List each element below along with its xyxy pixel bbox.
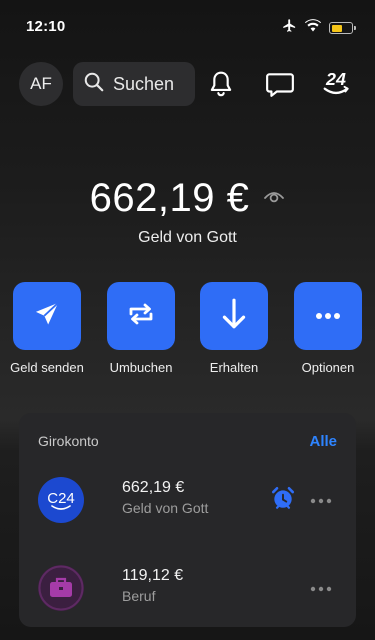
wifi-icon bbox=[305, 19, 321, 37]
transfer-icon bbox=[125, 300, 157, 333]
balance-label: Geld von Gott bbox=[138, 229, 237, 246]
receive-button[interactable] bbox=[200, 282, 268, 350]
transfer-action[interactable]: Umbuchen bbox=[101, 282, 181, 375]
transfer-button[interactable] bbox=[107, 282, 175, 350]
account-row[interactable]: C24 662,19 € Geld von Gott bbox=[38, 475, 342, 529]
search-placeholder: Suchen bbox=[113, 73, 175, 94]
status-time: 12:10 bbox=[26, 18, 66, 35]
send-icon bbox=[33, 300, 61, 333]
receive-label: Erhalten bbox=[209, 360, 259, 375]
search-icon bbox=[83, 71, 105, 98]
account-name: Beruf bbox=[122, 588, 156, 604]
chat-icon[interactable] bbox=[264, 68, 296, 100]
send-money-action[interactable]: Geld senden bbox=[7, 282, 87, 375]
more-icon bbox=[314, 307, 342, 325]
more-icon[interactable] bbox=[310, 491, 332, 509]
balance-block: 662,19 € Geld von Gott bbox=[0, 176, 375, 247]
account-amount: 119,12 € bbox=[122, 567, 184, 584]
more-icon[interactable] bbox=[310, 579, 332, 597]
options-label: Optionen bbox=[301, 360, 355, 375]
avatar[interactable]: AF bbox=[19, 62, 63, 106]
c24-bank-text: C24 bbox=[47, 490, 75, 507]
search-field[interactable]: Suchen bbox=[73, 62, 195, 106]
alarm-clock-icon[interactable] bbox=[270, 485, 296, 516]
options-button[interactable] bbox=[294, 282, 362, 350]
briefcase-icon bbox=[38, 565, 84, 611]
balance-amount: 662,19 € bbox=[89, 176, 250, 220]
svg-text:24: 24 bbox=[325, 69, 346, 89]
receive-action[interactable]: Erhalten bbox=[194, 282, 274, 375]
c24-logo-icon[interactable]: 24 bbox=[320, 68, 352, 100]
battery-icon bbox=[329, 22, 356, 34]
top-bar: AF Suchen 24 bbox=[19, 62, 356, 106]
arrow-down-icon bbox=[221, 297, 247, 336]
girokonto-card: Girokonto Alle C24 662,19 € Geld von Got… bbox=[19, 413, 356, 627]
bell-icon[interactable] bbox=[205, 68, 237, 100]
send-label: Geld senden bbox=[10, 360, 84, 375]
options-action[interactable]: Optionen bbox=[288, 282, 368, 375]
transfer-label: Umbuchen bbox=[109, 360, 173, 375]
c24-bank-icon: C24 bbox=[38, 477, 84, 523]
account-row[interactable]: 119,12 € Beruf bbox=[38, 563, 342, 617]
card-title: Girokonto bbox=[38, 433, 99, 449]
airplane-icon bbox=[282, 18, 297, 38]
account-amount: 662,19 € bbox=[122, 479, 185, 496]
account-name: Geld von Gott bbox=[122, 500, 209, 516]
send-button[interactable] bbox=[13, 282, 81, 350]
eye-visibility-icon[interactable] bbox=[263, 187, 285, 210]
all-accounts-link[interactable]: Alle bbox=[309, 433, 337, 450]
quick-actions: Geld senden Umbuchen Erhalten Optionen bbox=[0, 282, 375, 382]
status-bar: 12:10 bbox=[0, 0, 375, 54]
status-icons bbox=[282, 18, 356, 38]
